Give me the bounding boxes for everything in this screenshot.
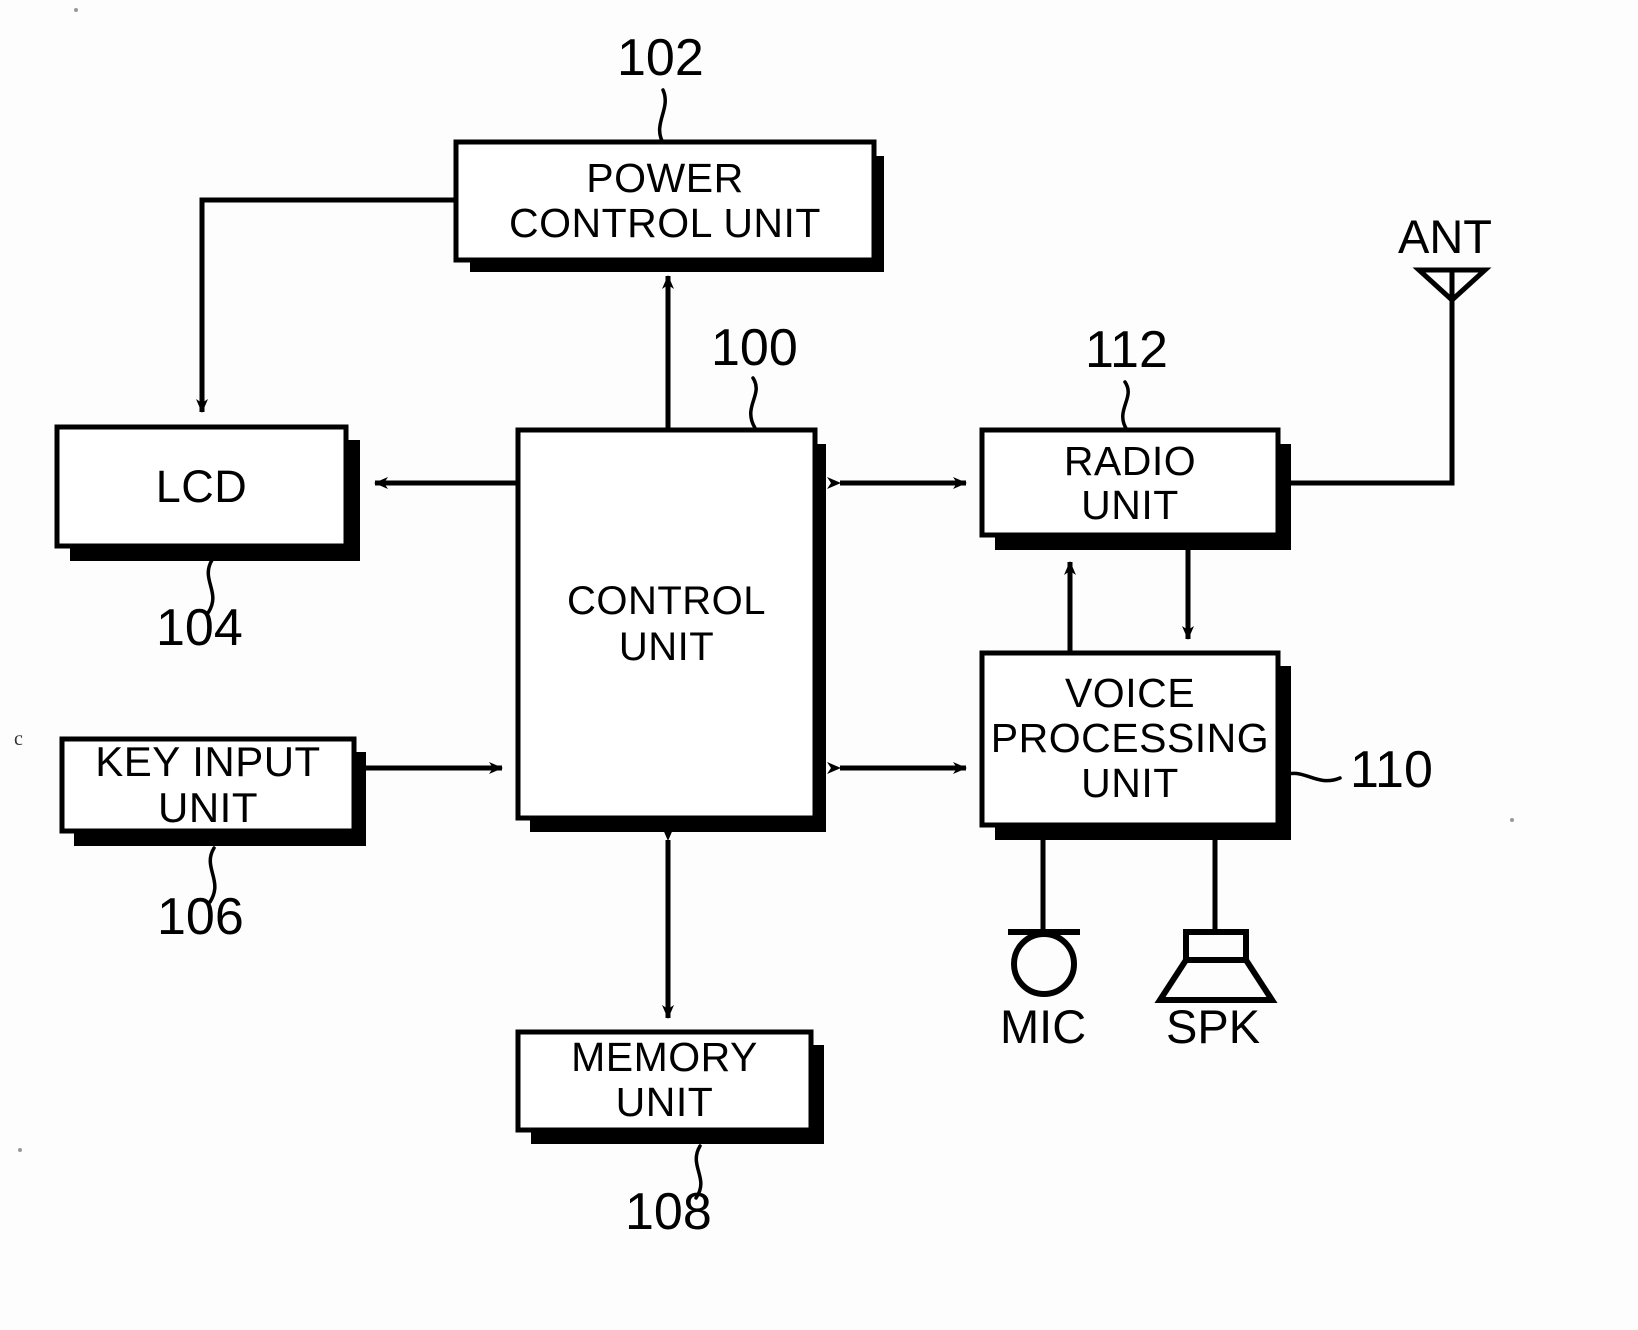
leader-102 bbox=[657, 88, 667, 148]
block-label-power-control-unit-line1: POWER bbox=[586, 155, 744, 201]
block-label-voice-processing-unit-line2: PROCESSING bbox=[990, 714, 1270, 761]
block-label-voice-processing-unit-line1: VOICE bbox=[1064, 669, 1196, 716]
block-label-control-unit-line1: CONTROL bbox=[566, 578, 767, 623]
microphone-icon bbox=[1008, 929, 1080, 997]
leader-110 bbox=[1281, 771, 1342, 783]
ref-numeral-106: 106 bbox=[157, 888, 244, 946]
connector-lines bbox=[196, 197, 1455, 1019]
block-label-power-control-unit-line2: CONTROL UNIT bbox=[509, 200, 821, 246]
terminal-label-ant: ANT bbox=[1398, 210, 1492, 263]
ref-numeral-108: 108 bbox=[625, 1183, 712, 1241]
block-label-key-input-unit-line1: KEY INPUT bbox=[95, 738, 321, 785]
svg-text:c: c bbox=[14, 728, 23, 750]
wire-power-to-lcd bbox=[196, 197, 456, 413]
block-label-key-input-unit-line2: UNIT bbox=[158, 784, 258, 831]
block-label-radio-unit-line1: RADIO bbox=[1063, 437, 1197, 484]
terminal-label-spk: SPK bbox=[1166, 1000, 1261, 1053]
block-lcd[interactable]: LCD bbox=[57, 427, 346, 546]
ref-numeral-104: 104 bbox=[156, 599, 243, 657]
ref-numeral-100: 100 bbox=[711, 319, 798, 377]
scan-artifact: c bbox=[14, 728, 23, 750]
wire-radio-to-antenna bbox=[1291, 270, 1455, 486]
block-label-memory-unit-line2: UNIT bbox=[615, 1079, 714, 1125]
block-key-input-unit[interactable]: KEY INPUT UNIT bbox=[62, 731, 354, 839]
ref-numeral-110: 110 bbox=[1350, 741, 1433, 799]
block-power-control-unit[interactable]: POWER CONTROL UNIT bbox=[456, 142, 874, 260]
speaker-icon bbox=[1154, 929, 1278, 1003]
block-label-voice-processing-unit-line3: UNIT bbox=[1081, 759, 1179, 806]
figure-canvas: c POWER CONTROL UNIT LCD KEY INPUT UNIT … bbox=[0, 0, 1638, 1330]
block-control-unit[interactable]: CONTROL UNIT bbox=[518, 430, 815, 818]
ref-numeral-112: 112 bbox=[1085, 321, 1168, 379]
terminal-label-mic: MIC bbox=[1000, 1000, 1087, 1053]
block-radio-unit[interactable]: RADIO UNIT bbox=[982, 428, 1278, 538]
leader-100 bbox=[749, 376, 758, 430]
block-label-control-unit-line2: UNIT bbox=[618, 624, 715, 669]
ref-numeral-102: 102 bbox=[617, 29, 704, 87]
block-memory-unit[interactable]: MEMORY UNIT bbox=[518, 1026, 811, 1134]
block-voice-processing-unit[interactable]: VOICE PROCESSING UNIT bbox=[982, 650, 1278, 826]
block-label-radio-unit-line2: UNIT bbox=[1081, 481, 1179, 528]
leader-112 bbox=[1121, 380, 1130, 432]
block-label-lcd: LCD bbox=[155, 460, 248, 512]
block-label-memory-unit-line1: MEMORY bbox=[571, 1034, 758, 1080]
